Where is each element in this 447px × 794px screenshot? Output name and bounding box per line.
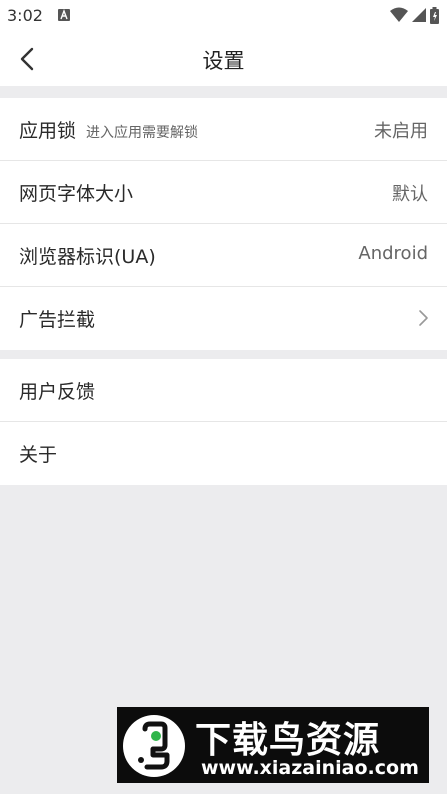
watermark-logo xyxy=(123,715,185,777)
setting-user-agent-label: 浏览器标识(UA) xyxy=(19,246,156,268)
page-title: 设置 xyxy=(202,49,245,73)
setting-feedback[interactable]: 用户反馈 xyxy=(0,359,447,422)
setting-feedback-label: 用户反馈 xyxy=(19,381,96,403)
setting-about[interactable]: 关于 xyxy=(0,422,447,485)
app-bar: 设置 xyxy=(0,32,447,86)
setting-font-size[interactable]: 网页字体大小 默认 xyxy=(0,161,447,224)
battery-icon xyxy=(430,6,439,24)
chevron-right-icon xyxy=(419,310,428,326)
watermark-url: www.xiazainiao.com xyxy=(201,757,419,779)
signal-icon xyxy=(412,8,426,22)
bird-logo-icon xyxy=(138,721,170,770)
setting-label: 应用锁 进入应用需要解锁 xyxy=(19,116,198,143)
settings-group-general: 应用锁 进入应用需要解锁 未启用 网页字体大小 默认 浏览器标识(UA) Andr… xyxy=(0,98,447,350)
watermark-banner: 下载鸟资源 www.xiazainiao.com xyxy=(117,707,429,783)
setting-app-lock-value: 未启用 xyxy=(374,121,428,142)
setting-about-label: 关于 xyxy=(19,444,58,466)
wifi-icon xyxy=(390,7,408,22)
setting-font-size-label: 网页字体大小 xyxy=(19,183,134,205)
setting-user-agent-value: Android xyxy=(358,243,428,264)
status-time: 3:02 xyxy=(7,6,43,25)
setting-user-agent[interactable]: 浏览器标识(UA) Android xyxy=(0,224,447,287)
setting-app-lock[interactable]: 应用锁 进入应用需要解锁 未启用 xyxy=(0,98,447,161)
notification-a-icon xyxy=(58,9,70,21)
setting-ad-block[interactable]: 广告拦截 xyxy=(0,287,447,350)
setting-font-size-value: 默认 xyxy=(392,184,428,205)
setting-app-lock-label: 应用锁 xyxy=(19,120,77,142)
status-bar: 3:02 xyxy=(0,0,447,32)
setting-ad-block-label: 广告拦截 xyxy=(19,309,96,331)
watermark-brand: 下载鸟资源 xyxy=(195,720,381,761)
system-icons xyxy=(390,6,439,24)
settings-group-other: 用户反馈 关于 xyxy=(0,359,447,485)
setting-app-lock-sublabel: 进入应用需要解锁 xyxy=(86,125,199,141)
